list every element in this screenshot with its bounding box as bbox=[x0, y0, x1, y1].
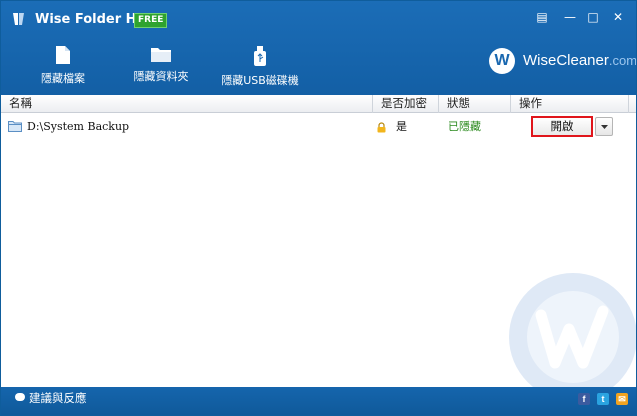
maximize-icon[interactable]: □ bbox=[584, 9, 602, 25]
brand-suffix: .com bbox=[608, 53, 637, 68]
email-icon[interactable]: ✉ bbox=[616, 393, 628, 405]
usb-drive-icon bbox=[254, 46, 266, 66]
hide-file-label: 隱藏檔案 bbox=[41, 72, 85, 85]
hide-file-button[interactable]: 隱藏檔案 bbox=[33, 45, 93, 86]
app-window: Wise Folder Hider FREE ▤ — □ ✕ 隱藏檔案 隱藏資料… bbox=[0, 0, 637, 416]
wisecleaner-watermark-icon bbox=[509, 273, 636, 401]
twitter-icon[interactable]: t bbox=[597, 393, 609, 405]
folder-icon bbox=[151, 48, 171, 62]
open-button[interactable]: 開啟 bbox=[531, 116, 593, 137]
free-badge: FREE bbox=[134, 13, 168, 28]
folder-path: D:\System Backup bbox=[27, 120, 130, 133]
feedback-label: 建議與反應 bbox=[29, 391, 87, 405]
footer-bar: 建議與反應 f t ✉ bbox=[1, 387, 636, 415]
feedback-link[interactable]: 建議與反應 bbox=[15, 391, 87, 405]
table-row[interactable]: D:\System Backup 是 已隱藏 開啟 bbox=[1, 114, 636, 140]
speech-bubble-icon bbox=[15, 393, 25, 401]
brand-logo-letter: W bbox=[489, 48, 515, 74]
column-header-action[interactable]: 操作 bbox=[511, 95, 629, 113]
status-value: 已隱藏 bbox=[448, 120, 481, 133]
hide-folder-label: 隱藏資料夾 bbox=[133, 70, 189, 83]
file-icon bbox=[56, 46, 70, 64]
encrypted-value: 是 bbox=[396, 120, 407, 133]
brand-name: WiseCleaner bbox=[523, 52, 609, 69]
close-icon[interactable]: ✕ bbox=[609, 9, 627, 25]
hide-usb-label: 隱藏USB磁碟機 bbox=[221, 74, 299, 87]
folder-icon bbox=[8, 121, 22, 132]
menu-icon[interactable]: ▤ bbox=[533, 9, 551, 25]
lock-icon bbox=[377, 122, 386, 133]
column-header-status[interactable]: 狀態 bbox=[439, 95, 511, 113]
table-header: 名稱 是否加密 狀態 操作 bbox=[1, 95, 636, 113]
header-bar: Wise Folder Hider FREE ▤ — □ ✕ 隱藏檔案 隱藏資料… bbox=[1, 1, 636, 95]
app-logo-icon bbox=[13, 13, 24, 25]
chevron-down-icon bbox=[601, 125, 608, 129]
action-dropdown-button[interactable] bbox=[595, 117, 613, 136]
hide-usb-button[interactable]: 隱藏USB磁碟機 bbox=[219, 45, 301, 88]
column-header-encrypted[interactable]: 是否加密 bbox=[373, 95, 439, 113]
facebook-icon[interactable]: f bbox=[578, 393, 590, 405]
hide-folder-button[interactable]: 隱藏資料夾 bbox=[129, 45, 193, 84]
column-header-name[interactable]: 名稱 bbox=[1, 95, 373, 113]
minimize-icon[interactable]: — bbox=[561, 9, 579, 25]
